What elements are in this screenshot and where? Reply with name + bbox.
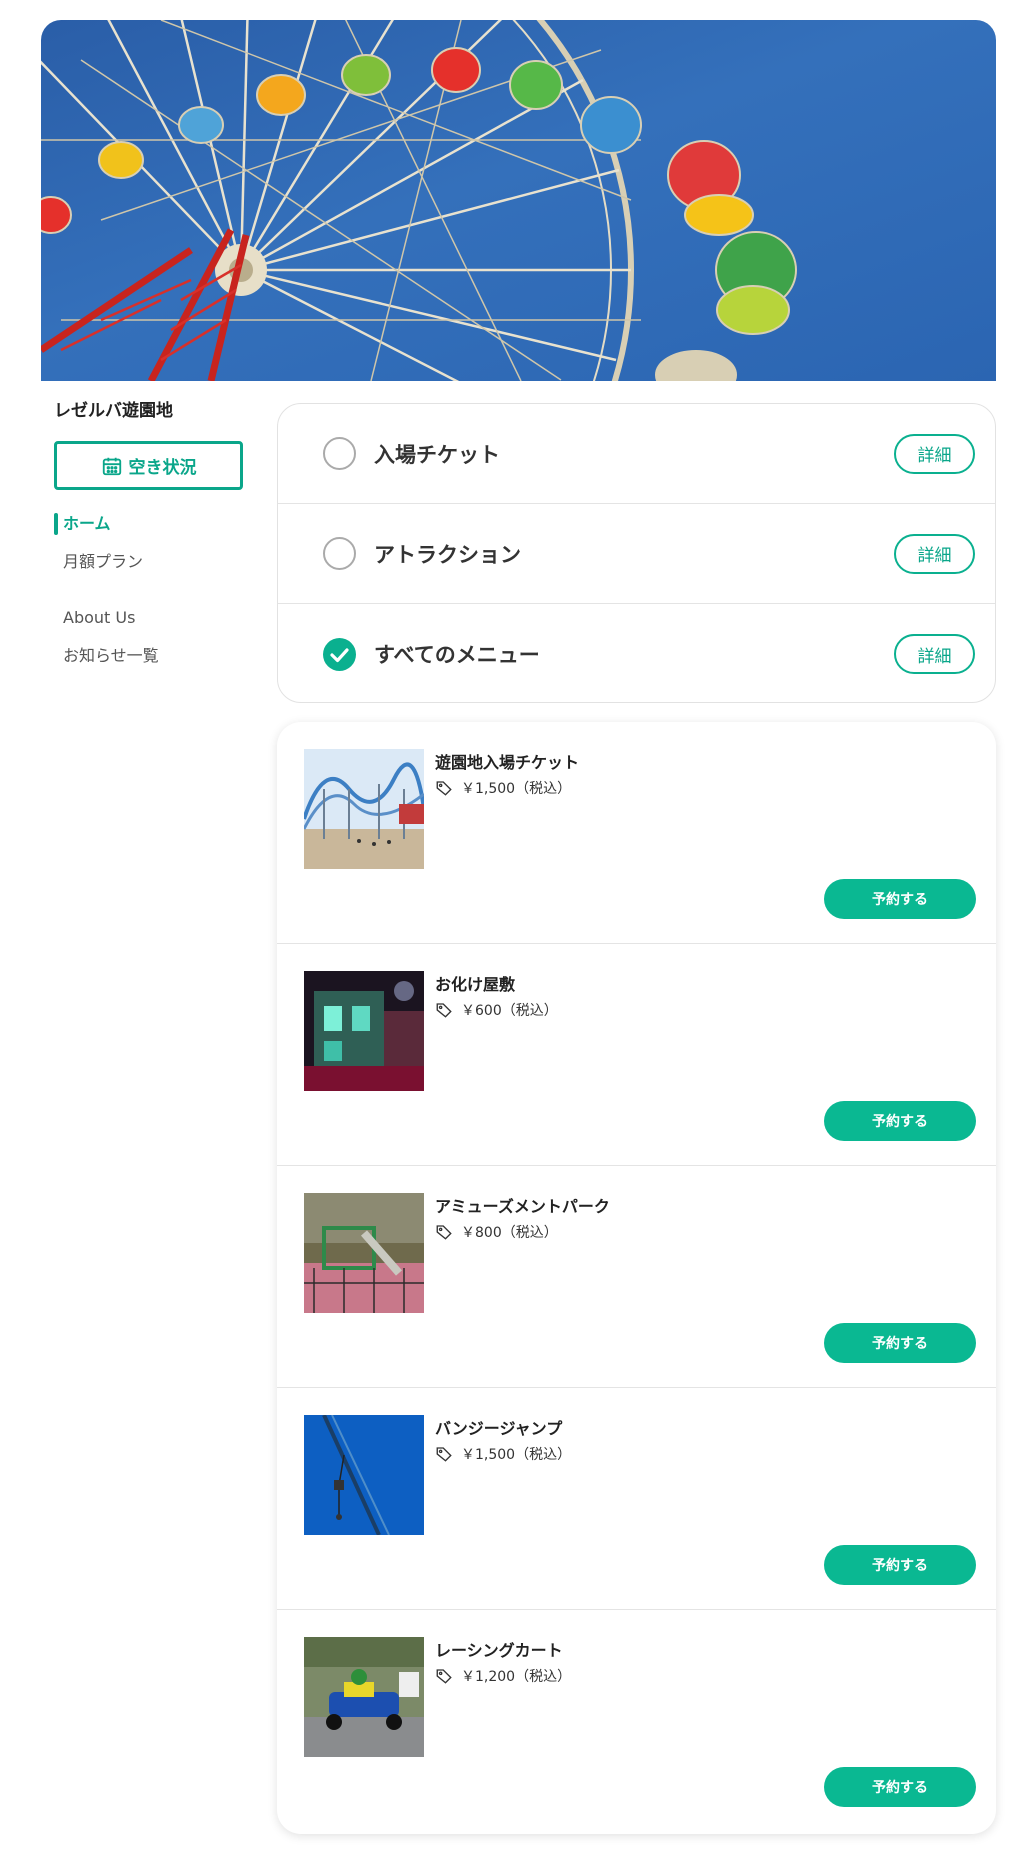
reserve-button[interactable]: 予約する [824, 1101, 976, 1141]
menu-item-price: ￥600（税込） [461, 1003, 558, 1019]
nav-item-home[interactable]: ホーム [54, 512, 244, 550]
price-tag-icon [436, 781, 452, 796]
menu-item-name: 遊園地入場チケット [435, 753, 580, 772]
category-row-tickets[interactable]: 入場チケット 詳細 [278, 404, 995, 504]
availability-button[interactable]: 空き状況 [54, 441, 243, 490]
racing-kart-photo [304, 1637, 424, 1757]
detail-button[interactable]: 詳細 [894, 433, 975, 474]
category-label: アトラクション [374, 542, 521, 567]
category-row-all-menu[interactable]: すべてのメニュー 詳細 [278, 604, 995, 702]
menu-item: レーシングカート ￥1,200（税込） 予約する [277, 1610, 996, 1832]
price-row: ￥800（税込） [435, 1222, 558, 1242]
category-filter-card: 入場チケット 詳細 アトラクション 詳細 すべてのメニュー 詳細 [277, 403, 996, 703]
category-label: 入場チケット [374, 442, 500, 467]
hero-image [41, 20, 996, 381]
category-radio[interactable] [323, 437, 356, 470]
sidebar-nav: ホーム 月額プラン About Us お知らせ一覧 [54, 512, 244, 682]
site-title: レゼルバ遊園地 [54, 401, 173, 421]
menu-item-price: ￥800（税込） [461, 1225, 558, 1241]
price-tag-icon [436, 1225, 452, 1240]
reserve-button[interactable]: 予約する [824, 1545, 976, 1585]
menu-item-name: バンジージャンプ [435, 1419, 563, 1438]
reserve-button[interactable]: 予約する [824, 879, 976, 919]
checkmark-icon [330, 647, 349, 662]
detail-button[interactable]: 詳細 [894, 533, 975, 574]
price-tag-icon [436, 1669, 452, 1684]
price-row: ￥1,200（税込） [435, 1666, 571, 1686]
menu-list-card: 遊園地入場チケット ￥1,500（税込） 予約する お化け屋敷 ￥600（税込） [277, 722, 996, 1834]
reserve-button[interactable]: 予約する [824, 1323, 976, 1363]
menu-item-name: レーシングカート [435, 1641, 563, 1660]
price-tag-icon [436, 1003, 452, 1018]
nav-item-news[interactable]: お知らせ一覧 [54, 644, 244, 682]
calendar-icon [102, 457, 121, 475]
price-tag-icon [436, 1447, 452, 1462]
detail-button[interactable]: 詳細 [894, 634, 975, 674]
availability-button-label: 空き状況 [128, 458, 197, 478]
menu-item: バンジージャンプ ￥1,500（税込） 予約する [277, 1388, 996, 1610]
reserve-button[interactable]: 予約する [824, 1767, 976, 1807]
playground-photo [304, 1193, 424, 1313]
nav-item-about-us[interactable]: About Us [54, 606, 244, 644]
price-row: ￥1,500（税込） [435, 1444, 571, 1464]
menu-item-price: ￥1,500（税込） [461, 1447, 572, 1463]
menu-item: アミューズメントパーク ￥800（税込） 予約する [277, 1166, 996, 1388]
price-row: ￥600（税込） [435, 1000, 558, 1020]
menu-item-name: お化け屋敷 [435, 975, 516, 994]
bungee-jump-photo [304, 1415, 424, 1535]
category-radio-checked[interactable] [323, 637, 356, 671]
menu-item-price: ￥1,500（税込） [461, 781, 572, 797]
menu-item: 遊園地入場チケット ￥1,500（税込） 予約する [277, 722, 996, 944]
menu-item-name: アミューズメントパーク [435, 1197, 610, 1216]
price-row: ￥1,500（税込） [435, 778, 571, 798]
ferris-wheel-illustration [41, 20, 797, 381]
category-label: すべてのメニュー [374, 643, 540, 667]
haunted-house-photo [304, 971, 424, 1091]
category-radio[interactable] [323, 537, 356, 570]
nav-item-monthly-plan[interactable]: 月額プラン [54, 550, 244, 588]
menu-item: お化け屋敷 ￥600（税込） 予約する [277, 944, 996, 1166]
category-row-attractions[interactable]: アトラクション 詳細 [278, 504, 995, 604]
menu-item-price: ￥1,200（税込） [461, 1669, 572, 1685]
roller-coaster-photo [304, 749, 424, 869]
